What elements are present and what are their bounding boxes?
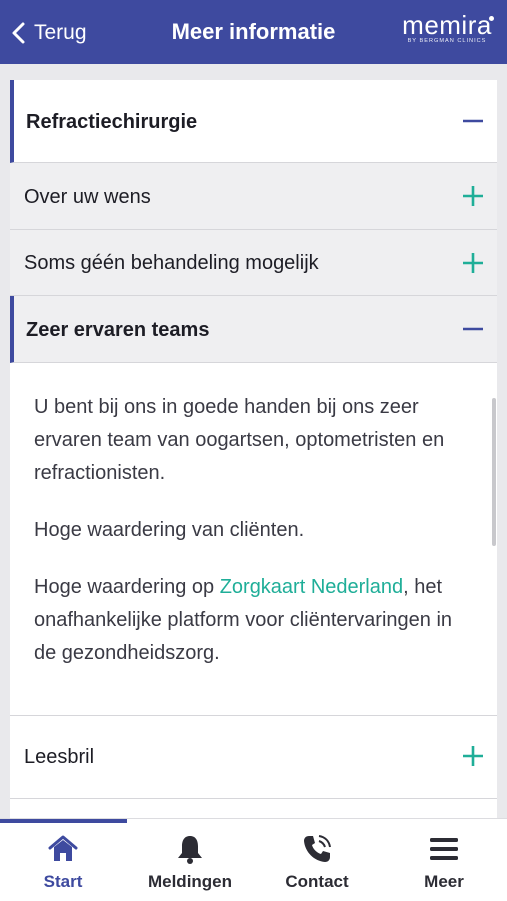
logo-subtitle: BY BERGMAN CLINICS [407, 38, 487, 44]
bell-icon [178, 836, 202, 864]
panel-paragraph: U bent bij ons in goede handen bij ons z… [34, 396, 445, 484]
accordion-label: Over uw wens [24, 186, 151, 208]
nav-start[interactable]: Start [0, 819, 127, 901]
accordion-label: Refractiechirurgie [26, 111, 198, 133]
accordion-label: Zeer ervaren teams [26, 319, 210, 341]
logo-wordmark: memira [402, 10, 492, 40]
accordion-list: Refractiechirurgie Over uw wens Soms géé… [10, 80, 497, 818]
plus-icon [463, 746, 483, 766]
accordion-header-soms-geen-behandeling[interactable]: Soms géén behandeling mogelijk [10, 230, 497, 296]
zorgkaart-link[interactable]: Zorgkaart Nederland [220, 576, 403, 598]
nav-label: Meer [424, 872, 464, 891]
panel-paragraph: Hoge waardering van cliënten. [34, 519, 305, 541]
nav-meldingen[interactable]: Meldingen [127, 819, 253, 901]
home-icon [48, 835, 78, 861]
logo-dot [489, 16, 494, 21]
accordion-panel-zeer-ervaren-teams: U bent bij ons in goede handen bij ons z… [10, 363, 497, 715]
minus-icon [463, 119, 483, 123]
menu-icon [430, 838, 458, 860]
accordion-header-leesbril[interactable]: Leesbril [10, 715, 497, 799]
phone-icon [304, 835, 331, 862]
nav-label: Contact [285, 872, 349, 891]
accordion-label: Leesbril [24, 746, 95, 768]
plus-icon [463, 253, 483, 273]
panel-paragraph: Hoge waardering op Zorgkaart Nederland, … [34, 571, 467, 670]
bottom-navigation: Start Meldingen Contact Meer [0, 818, 507, 901]
nav-label: Meldingen [147, 872, 233, 891]
minus-icon [463, 327, 483, 331]
accordion-label: Soms géén behandeling mogelijk [24, 252, 319, 274]
accordion-header-zeer-ervaren-teams[interactable]: Zeer ervaren teams [10, 296, 497, 363]
brand-logo: memira BY BERGMAN CLINICS [397, 12, 497, 44]
panel-text: Hoge waardering op [34, 576, 220, 598]
nav-contact[interactable]: Contact [254, 819, 380, 901]
accordion-header-refractiechirurgie[interactable]: Refractiechirurgie [10, 80, 497, 163]
nav-label: Start [43, 872, 83, 891]
accordion-header-over-uw-wens[interactable]: Over uw wens [10, 163, 497, 230]
nav-meer[interactable]: Meer [381, 819, 507, 901]
active-indicator [0, 819, 127, 823]
plus-icon [463, 186, 483, 206]
top-app-bar: Terug Meer informatie memira BY BERGMAN … [0, 0, 507, 64]
scrollbar[interactable] [492, 398, 496, 546]
